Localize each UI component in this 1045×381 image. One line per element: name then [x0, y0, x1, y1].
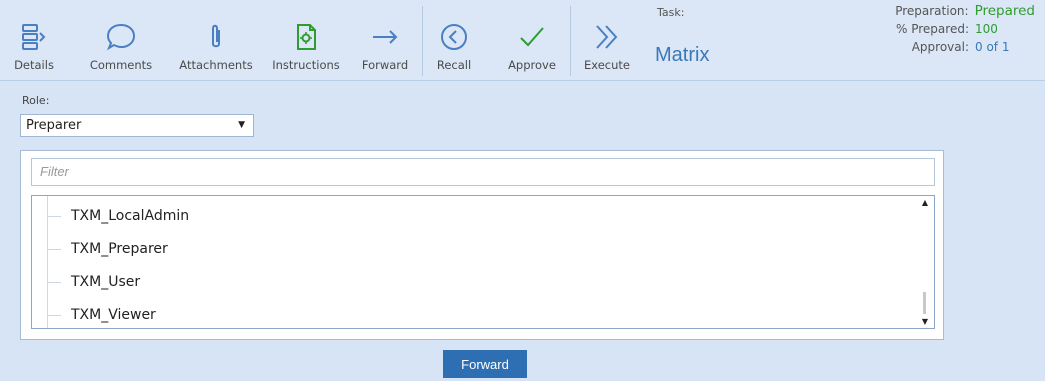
toolbar: Details Comments Attachments Instruction… — [0, 0, 1045, 81]
role-selected-value: Preparer — [26, 118, 82, 133]
tree-item[interactable]: TXM_LocalAdmin — [47, 206, 189, 226]
comments-label: Comments — [89, 58, 153, 72]
details-button[interactable]: Details — [14, 0, 54, 80]
preparation-value: Prepared — [974, 3, 1035, 19]
approve-label: Approve — [508, 58, 556, 72]
scrollbar-thumb[interactable] — [923, 292, 926, 314]
toolbar-separator — [422, 6, 423, 76]
attachments-label: Attachments — [179, 58, 253, 72]
status-panel: Preparation: Prepared % Prepared: 100 Ap… — [895, 2, 1035, 56]
execute-label: Execute — [584, 58, 630, 72]
tree-item-label: TXM_LocalAdmin — [71, 208, 190, 224]
forward-button[interactable]: Forward — [443, 350, 527, 378]
paperclip-icon — [201, 0, 231, 52]
recall-label: Recall — [436, 58, 472, 72]
percent-prepared-label: % Prepared: — [896, 22, 969, 36]
role-select[interactable]: Preparer ▼ — [20, 114, 254, 137]
attachments-button[interactable]: Attachments — [174, 0, 258, 80]
role-label: Role: — [22, 94, 50, 107]
circle-chevron-left-icon — [438, 0, 470, 52]
comments-button[interactable]: Comments — [89, 0, 153, 80]
roles-panel: Filter TXM_LocalAdmin TXM_Preparer TXM_U… — [20, 150, 944, 340]
role-tree: TXM_LocalAdmin TXM_Preparer TXM_User TXM… — [31, 195, 935, 329]
checkmark-icon — [516, 0, 548, 52]
details-icon — [19, 0, 49, 52]
speech-bubble-icon — [105, 0, 137, 52]
tree-item-label: TXM_Viewer — [71, 307, 156, 323]
preparation-label: Preparation: — [895, 4, 969, 18]
tree-item-label: TXM_User — [71, 274, 141, 290]
details-label: Details — [14, 58, 54, 72]
recall-button[interactable]: Recall — [433, 0, 475, 80]
task-label: Task: — [657, 6, 685, 19]
instructions-label: Instructions — [272, 58, 340, 72]
dropdown-caret-icon: ▼ — [238, 120, 245, 130]
approval-value: 0 of 1 — [975, 40, 1010, 54]
execute-button[interactable]: Execute — [582, 0, 632, 80]
instructions-button[interactable]: Instructions — [268, 0, 344, 80]
double-chevron-right-icon — [591, 0, 623, 52]
scroll-down-arrow-icon[interactable]: ▼ — [922, 317, 928, 326]
approve-button[interactable]: Approve — [504, 0, 560, 80]
tree-item[interactable]: TXM_User — [47, 272, 140, 292]
scroll-up-arrow-icon[interactable]: ▲ — [922, 198, 928, 207]
filter-input[interactable]: Filter — [31, 158, 935, 186]
tree-item[interactable]: TXM_Viewer — [47, 305, 156, 325]
toolbar-separator — [570, 6, 571, 76]
tree-item[interactable]: TXM_Preparer — [47, 239, 168, 259]
task-name: Matrix — [655, 44, 710, 66]
forward-label: Forward — [361, 58, 409, 72]
forward-toolbar-button[interactable]: Forward — [360, 0, 410, 80]
arrow-right-icon — [369, 0, 401, 52]
document-gear-icon — [291, 0, 321, 52]
tree-item-label: TXM_Preparer — [71, 241, 168, 257]
approval-label: Approval: — [911, 40, 969, 54]
percent-prepared-value: 100 — [975, 22, 998, 36]
